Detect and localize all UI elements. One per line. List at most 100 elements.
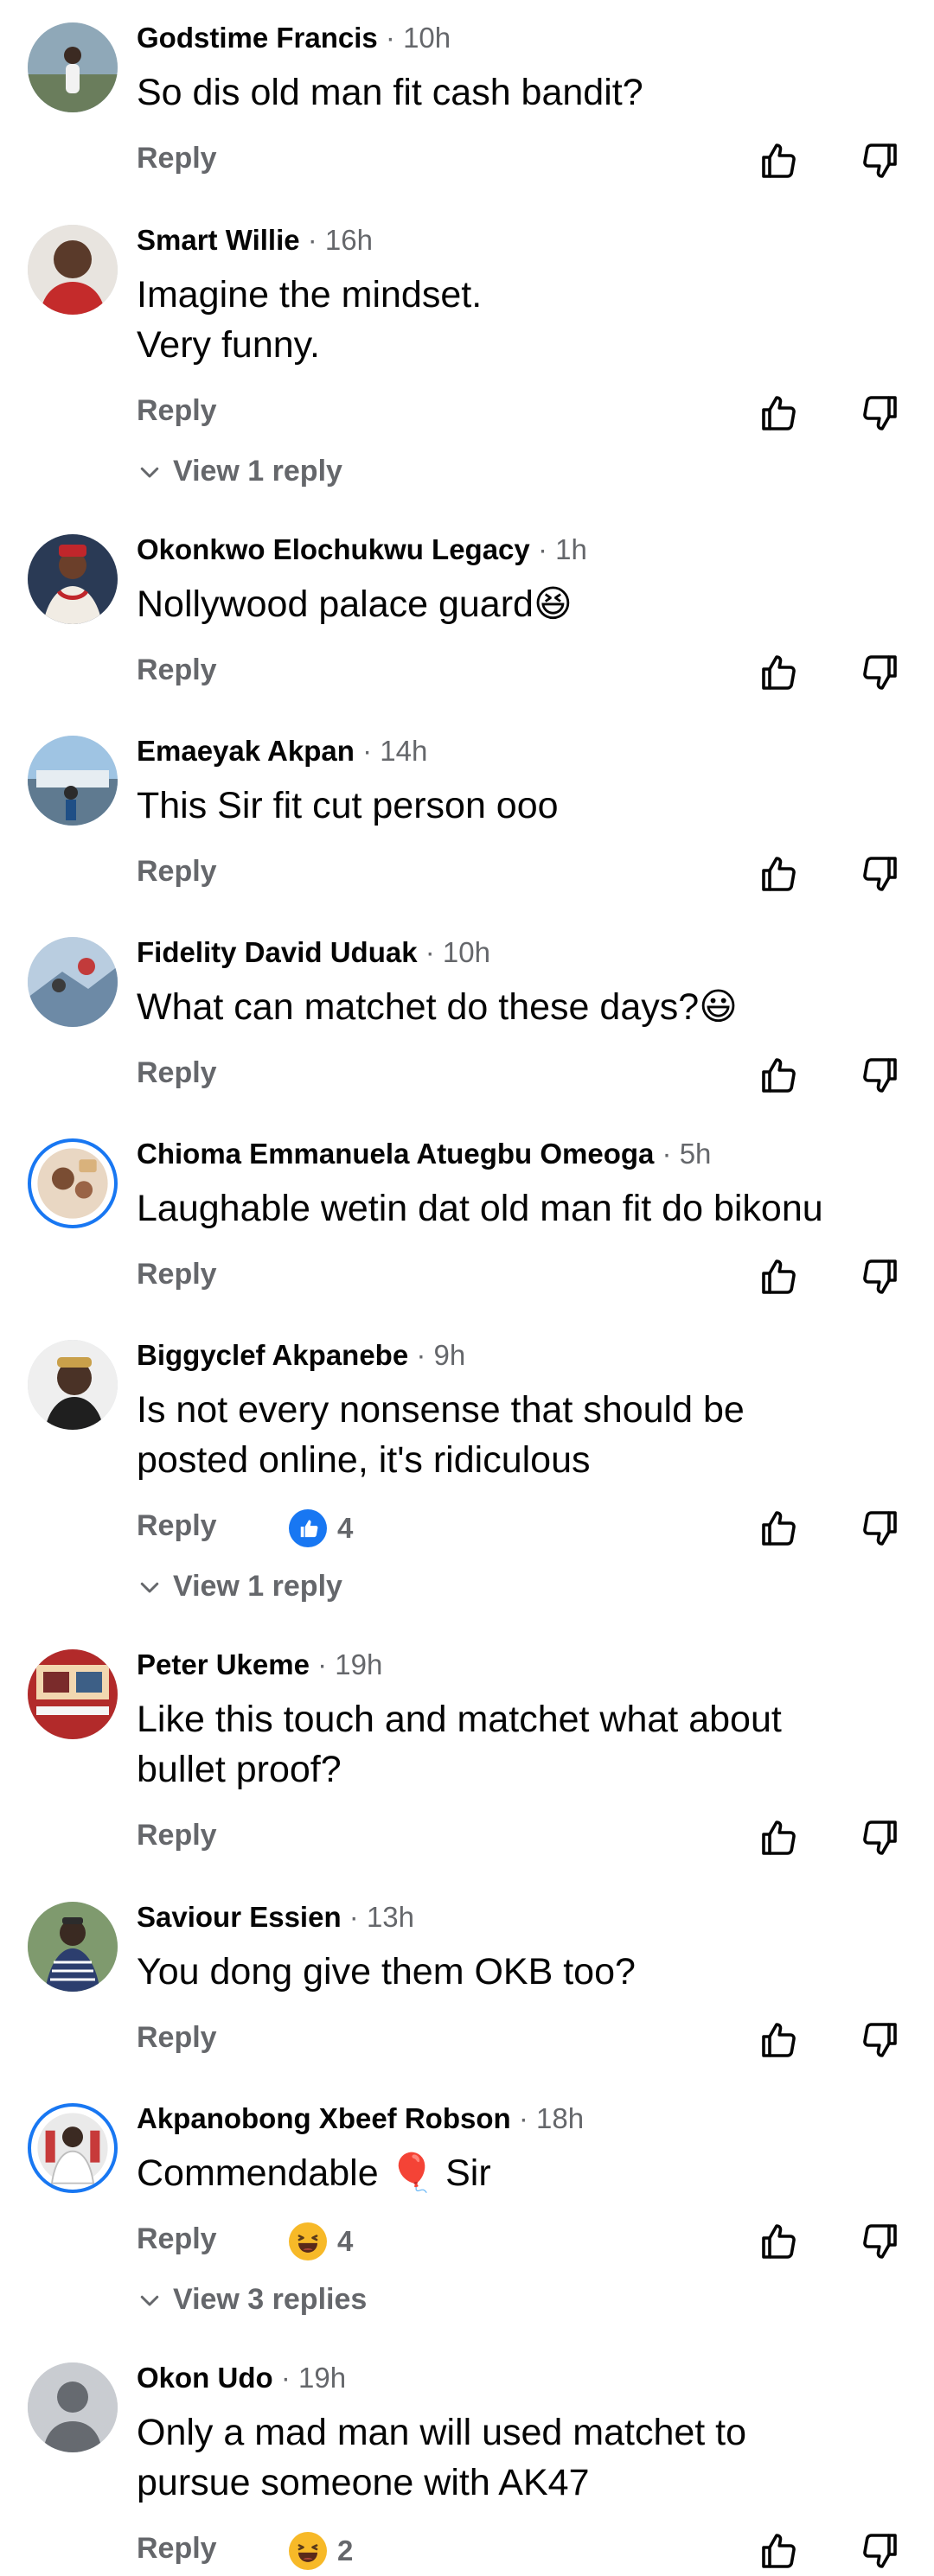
- thumbs-down-icon[interactable]: [860, 2221, 901, 2262]
- avatar-photo: [37, 1148, 108, 1219]
- thumbs-up-icon[interactable]: [758, 1256, 799, 1298]
- author-name[interactable]: Peter Ukeme: [137, 1648, 310, 1680]
- avatar[interactable]: [28, 1649, 118, 1739]
- comment-text-line: posted online, it's ridiculous: [137, 1439, 591, 1481]
- reaction-summary[interactable]: 4: [289, 1509, 353, 1547]
- reply-button[interactable]: Reply: [137, 1056, 217, 1090]
- thumbs-up-icon[interactable]: [758, 392, 799, 434]
- timestamp: · 9h: [416, 1339, 466, 1371]
- author-name[interactable]: Chioma Emmanuela Atuegbu Omeoga: [137, 1138, 654, 1170]
- reply-button[interactable]: Reply: [137, 855, 217, 889]
- comment-text-line: Commendable 🎈 Sir: [137, 2152, 491, 2194]
- thumbs-down-icon[interactable]: [860, 1508, 901, 1549]
- avatar[interactable]: [28, 2362, 118, 2452]
- thumbs-down-icon[interactable]: [860, 392, 901, 434]
- avatar[interactable]: [28, 1340, 118, 1430]
- avatar-photo: [28, 1902, 118, 1992]
- thumbs-up-icon[interactable]: [758, 2019, 799, 2061]
- thumbs-down-icon[interactable]: [860, 2019, 901, 2061]
- timestamp: · 16h: [307, 224, 373, 256]
- author-name[interactable]: Okon Udo: [137, 2362, 273, 2394]
- reply-button[interactable]: Reply: [137, 654, 217, 687]
- reply-button[interactable]: Reply: [137, 1258, 217, 1291]
- avatar[interactable]: [28, 736, 118, 826]
- author-name[interactable]: Okonkwo Elochukwu Legacy: [137, 533, 530, 565]
- thumbs-down-icon[interactable]: [860, 1817, 901, 1859]
- author-name[interactable]: Biggyclef Akpanebe: [137, 1339, 408, 1371]
- thumbs-up-icon[interactable]: [758, 2530, 799, 2572]
- comment-text: Only a mad man will used matchet to purs…: [137, 2407, 898, 2508]
- comment-text: This Sir fit cut person ooo: [137, 781, 898, 831]
- thumbs-down-icon[interactable]: [860, 2530, 901, 2572]
- comment-text: Imagine the mindset. Very funny.: [137, 270, 898, 370]
- comment-meta: Okonkwo Elochukwu Legacy · 1h: [137, 532, 587, 567]
- reaction-summary[interactable]: 2: [289, 2532, 353, 2570]
- reply-button[interactable]: Reply: [137, 2532, 217, 2566]
- comment-text: You dong give them OKB too?: [137, 1947, 898, 1997]
- avatar[interactable]: [28, 1902, 118, 1992]
- thumbs-down-icon[interactable]: [860, 140, 901, 182]
- avatar[interactable]: [28, 2103, 118, 2193]
- comment-meta: Godstime Francis · 10h: [137, 21, 451, 55]
- reply-button[interactable]: Reply: [137, 1509, 217, 1543]
- thumbs-down-icon[interactable]: [860, 853, 901, 895]
- comment-text-line: Laughable wetin dat old man fit do bikon…: [137, 1188, 823, 1229]
- timestamp: · 10h: [385, 22, 451, 54]
- avatar-photo: [28, 534, 118, 624]
- comment-text-line: bullet proof?: [137, 1749, 342, 1790]
- author-name[interactable]: Saviour Essien: [137, 1901, 342, 1933]
- reply-button[interactable]: Reply: [137, 394, 217, 428]
- author-name[interactable]: Fidelity David Uduak: [137, 936, 418, 968]
- author-name[interactable]: Smart Willie: [137, 224, 300, 256]
- avatar[interactable]: [28, 937, 118, 1027]
- thumbs-down-icon[interactable]: [860, 1055, 901, 1096]
- avatar-photo: [28, 937, 118, 1027]
- avatar[interactable]: [28, 1138, 118, 1228]
- avatar-photo: [28, 1340, 118, 1430]
- comment-meta: Peter Ukeme · 19h: [137, 1648, 382, 1682]
- reply-button[interactable]: Reply: [137, 142, 217, 175]
- avatar[interactable]: [28, 534, 118, 624]
- comment-meta: Fidelity David Uduak · 10h: [137, 935, 490, 970]
- thumbs-up-icon[interactable]: [758, 853, 799, 895]
- timestamp: · 18h: [518, 2102, 585, 2134]
- avatar-photo: [28, 1649, 118, 1739]
- comment-text: Like this touch and matchet what about b…: [137, 1694, 898, 1795]
- thumbs-up-icon[interactable]: [758, 1508, 799, 1549]
- timestamp: · 5h: [662, 1138, 712, 1170]
- author-name[interactable]: Godstime Francis: [137, 22, 378, 54]
- thumbs-up-icon[interactable]: [758, 1817, 799, 1859]
- author-name[interactable]: Emaeyak Akpan: [137, 735, 355, 767]
- view-replies-button[interactable]: View 3 replies: [137, 2283, 367, 2317]
- reaction-count: 4: [337, 2225, 354, 2257]
- comment-text-line: Only a mad man will used matchet to: [137, 2412, 747, 2453]
- view-replies-button[interactable]: View 1 reply: [137, 455, 342, 488]
- reaction-count: 4: [337, 1512, 354, 1544]
- comment-text-line: Nollywood palace guard😆: [137, 583, 573, 625]
- timestamp: · 19h: [317, 1648, 383, 1680]
- thumbs-down-icon[interactable]: [860, 1256, 901, 1298]
- comment-text-line: This Sir fit cut person ooo: [137, 785, 559, 826]
- comment-meta: Okon Udo · 19h: [137, 2361, 346, 2395]
- timestamp: · 14h: [362, 735, 428, 767]
- thumbs-up-icon[interactable]: [758, 1055, 799, 1096]
- comment-text: So dis old man fit cash bandit?: [137, 67, 898, 118]
- author-name[interactable]: Akpanobong Xbeef Robson: [137, 2102, 511, 2134]
- comment-text: What can matchet do these days?😃: [137, 982, 898, 1032]
- reaction-summary[interactable]: 4: [289, 2222, 353, 2260]
- chevron-down-icon: [140, 2295, 159, 2305]
- avatar[interactable]: [28, 225, 118, 315]
- view-replies-button[interactable]: View 1 reply: [137, 1570, 342, 1604]
- reply-button[interactable]: Reply: [137, 2021, 217, 2055]
- thumbs-up-icon[interactable]: [758, 652, 799, 693]
- thumbs-down-icon[interactable]: [860, 652, 901, 693]
- thumbs-up-icon[interactable]: [758, 2221, 799, 2262]
- chevron-down-icon: [140, 467, 159, 477]
- reply-button[interactable]: Reply: [137, 2222, 217, 2256]
- reply-button[interactable]: Reply: [137, 1819, 217, 1852]
- comments-feed: Godstime Francis · 10h So dis old man fi…: [0, 0, 934, 2576]
- thumbs-up-icon[interactable]: [758, 140, 799, 182]
- avatar[interactable]: [28, 22, 118, 112]
- comment-meta: Chioma Emmanuela Atuegbu Omeoga · 5h: [137, 1137, 711, 1171]
- comment-meta: Smart Willie · 16h: [137, 223, 373, 258]
